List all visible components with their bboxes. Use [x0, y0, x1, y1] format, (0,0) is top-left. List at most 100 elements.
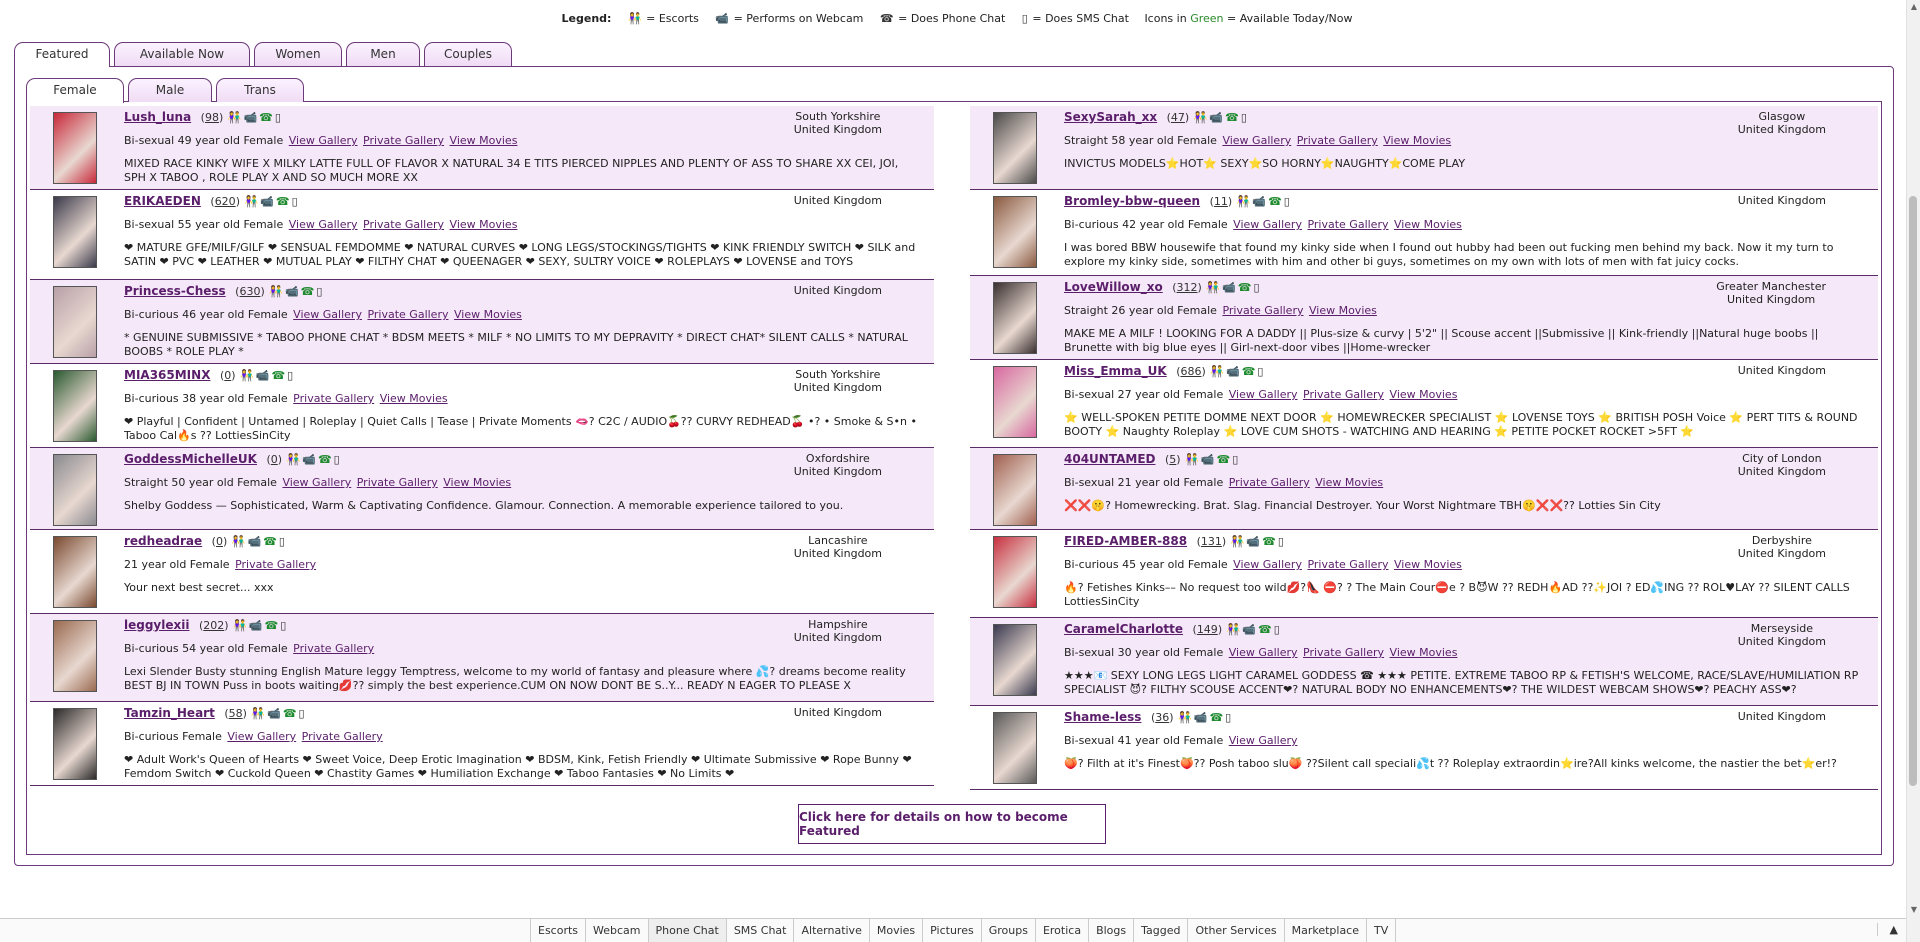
profile-count[interactable]: (0): [212, 535, 228, 548]
profile-link[interactable]: View Gallery: [1229, 646, 1298, 659]
tab-featured[interactable]: Featured: [14, 42, 110, 67]
profile-photo[interactable]: [53, 286, 97, 358]
profile-link[interactable]: Private Gallery: [363, 134, 444, 147]
footer-link[interactable]: Blogs: [1088, 919, 1133, 942]
profile-photo[interactable]: [993, 624, 1037, 696]
profile-link[interactable]: View Gallery: [289, 218, 358, 231]
tab-men[interactable]: Men: [346, 42, 420, 66]
profile-count[interactable]: (620): [210, 195, 240, 208]
tab-available-now[interactable]: Available Now: [114, 42, 250, 66]
profile-link[interactable]: Private Gallery: [1222, 304, 1303, 317]
profile-photo[interactable]: [993, 196, 1037, 268]
profile-photo[interactable]: [53, 196, 97, 268]
profile-count[interactable]: (312): [1172, 281, 1202, 294]
profile-name[interactable]: Miss_Emma_UK: [1064, 364, 1167, 378]
profile-link[interactable]: Private Gallery: [1303, 388, 1384, 401]
footer-link[interactable]: Movies: [868, 919, 922, 942]
profile-link[interactable]: View Movies: [1394, 218, 1462, 231]
profile-link[interactable]: Private Gallery: [293, 392, 374, 405]
profile-count[interactable]: (58): [224, 707, 247, 720]
profile-photo[interactable]: [993, 454, 1037, 526]
profile-link[interactable]: Private Gallery: [1297, 134, 1378, 147]
profile-link[interactable]: View Movies: [443, 476, 511, 489]
profile-link[interactable]: Private Gallery: [1303, 646, 1384, 659]
footer-link[interactable]: Tagged: [1133, 919, 1187, 942]
scroll-down-icon[interactable]: ▼: [1911, 905, 1917, 914]
profile-link[interactable]: View Movies: [1309, 304, 1377, 317]
profile-thumbnail[interactable]: [40, 196, 110, 273]
profile-name[interactable]: LoveWillow_xo: [1064, 280, 1163, 294]
profile-photo[interactable]: [993, 112, 1037, 184]
profile-photo[interactable]: [53, 370, 97, 442]
tab-male[interactable]: Male: [128, 78, 212, 102]
profile-name[interactable]: 404UNTAMED: [1064, 452, 1155, 466]
tab-trans[interactable]: Trans: [216, 78, 304, 102]
profile-count[interactable]: (36): [1151, 711, 1174, 724]
tab-women[interactable]: Women: [254, 42, 342, 66]
scrollbar-thumb[interactable]: [1909, 196, 1917, 786]
profile-link[interactable]: View Gallery: [1233, 218, 1302, 231]
footer-link[interactable]: Erotica: [1034, 919, 1088, 942]
footer-link[interactable]: Webcam: [585, 919, 648, 942]
footer-link[interactable]: Pictures: [922, 919, 981, 942]
profile-link[interactable]: View Movies: [1390, 388, 1458, 401]
profile-photo[interactable]: [53, 536, 97, 608]
profile-thumbnail[interactable]: [40, 370, 110, 442]
profile-link[interactable]: View Gallery: [227, 730, 296, 743]
profile-photo[interactable]: [993, 366, 1037, 438]
profile-link[interactable]: View Gallery: [1222, 134, 1291, 147]
profile-count[interactable]: (131): [1197, 535, 1227, 548]
tab-female[interactable]: Female: [26, 78, 124, 103]
profile-link[interactable]: View Gallery: [282, 476, 351, 489]
footer-link[interactable]: Phone Chat: [647, 919, 726, 942]
profile-thumbnail[interactable]: [40, 454, 110, 526]
profile-thumbnail[interactable]: [40, 112, 110, 184]
profile-name[interactable]: MIA365MINX: [124, 368, 210, 382]
profile-link[interactable]: View Movies: [1383, 134, 1451, 147]
become-featured-button[interactable]: Click here for details on how to become …: [798, 804, 1106, 844]
scrollbar[interactable]: ▲ ▼: [1906, 0, 1920, 942]
profile-link[interactable]: Private Gallery: [1307, 218, 1388, 231]
profile-link[interactable]: Private Gallery: [302, 730, 383, 743]
footer-link[interactable]: Alternative: [793, 919, 868, 942]
tab-couples[interactable]: Couples: [424, 42, 512, 66]
profile-link[interactable]: Private Gallery: [1229, 476, 1310, 489]
profile-name[interactable]: Princess-Chess: [124, 284, 226, 298]
profile-link[interactable]: Private Gallery: [367, 308, 448, 321]
profile-thumbnail[interactable]: [40, 708, 110, 780]
profile-name[interactable]: SexySarah_xx: [1064, 110, 1157, 124]
profile-name[interactable]: GoddessMichelleUK: [124, 452, 257, 466]
profile-count[interactable]: (11): [1210, 195, 1233, 208]
profile-thumbnail[interactable]: [980, 196, 1050, 269]
footer-link[interactable]: Marketplace: [1283, 919, 1366, 942]
profile-link[interactable]: View Movies: [1390, 646, 1458, 659]
profile-link[interactable]: View Movies: [1394, 558, 1462, 571]
profile-thumbnail[interactable]: [40, 620, 110, 695]
footer-link[interactable]: SMS Chat: [725, 919, 794, 942]
profile-count[interactable]: (5): [1165, 453, 1181, 466]
profile-link[interactable]: Private Gallery: [363, 218, 444, 231]
profile-thumbnail[interactable]: [980, 112, 1050, 184]
profile-name[interactable]: redheadrae: [124, 534, 202, 548]
profile-link[interactable]: View Movies: [450, 134, 518, 147]
profile-photo[interactable]: [53, 708, 97, 780]
footer-link[interactable]: Escorts: [530, 919, 585, 942]
profile-name[interactable]: Tamzin_Heart: [124, 706, 215, 720]
profile-count[interactable]: (202): [199, 619, 229, 632]
profile-count[interactable]: (47): [1167, 111, 1190, 124]
profile-link[interactable]: View Gallery: [1233, 558, 1302, 571]
scroll-top-icon[interactable]: ▲: [1876, 923, 1898, 936]
scroll-up-icon[interactable]: ▲: [1911, 2, 1917, 11]
profile-link[interactable]: Private Gallery: [357, 476, 438, 489]
profile-link[interactable]: Private Gallery: [293, 642, 374, 655]
profile-link[interactable]: View Gallery: [293, 308, 362, 321]
profile-count[interactable]: (630): [235, 285, 265, 298]
profile-name[interactable]: FIRED-AMBER-888: [1064, 534, 1187, 548]
profile-name[interactable]: Bromley-bbw-queen: [1064, 194, 1200, 208]
profile-name[interactable]: Shame-less: [1064, 710, 1141, 724]
profile-photo[interactable]: [53, 620, 97, 692]
profile-photo[interactable]: [993, 712, 1037, 784]
profile-name[interactable]: leggylexii: [124, 618, 189, 632]
profile-name[interactable]: CaramelCharlotte: [1064, 622, 1183, 636]
footer-link[interactable]: Other Services: [1187, 919, 1283, 942]
